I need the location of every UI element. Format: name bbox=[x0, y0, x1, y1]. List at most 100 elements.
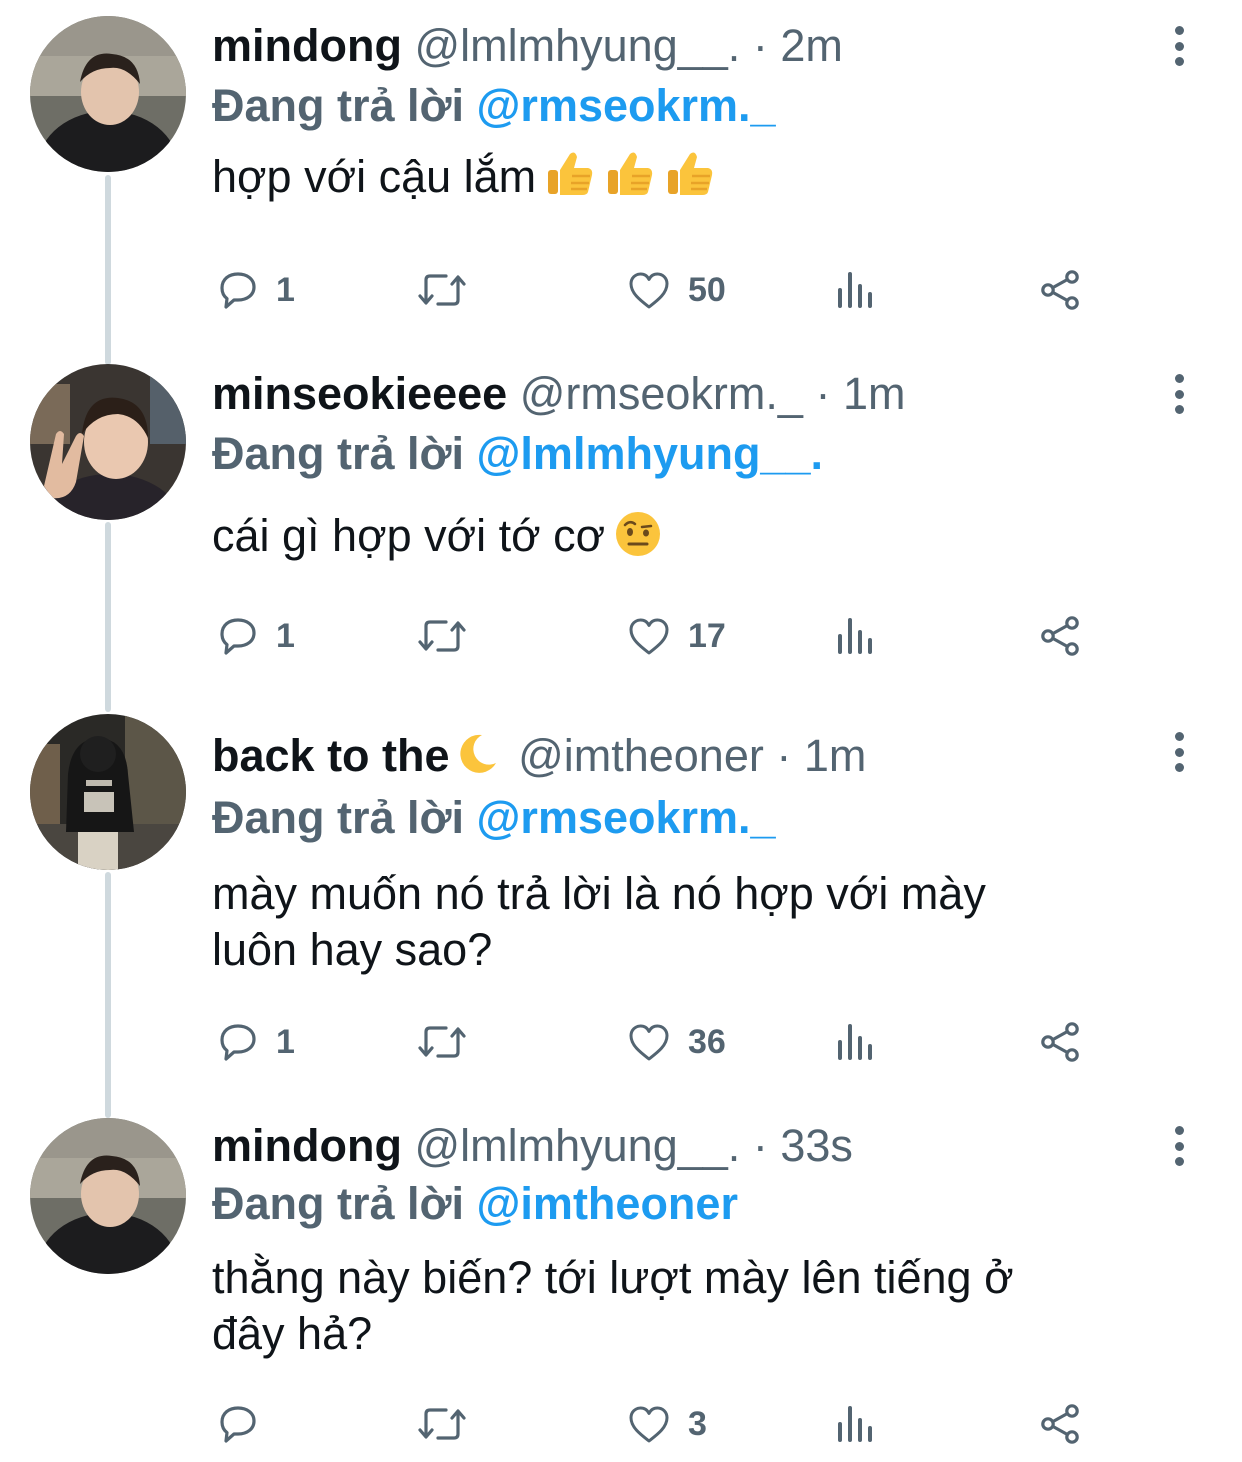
share-button[interactable] bbox=[1036, 606, 1084, 666]
mention-link[interactable]: @rmseokrm._ bbox=[477, 792, 776, 843]
tweet[interactable]: mindong @lmlmhyung__. · 2m Đang trả lời … bbox=[0, 0, 1242, 348]
avatar-image bbox=[30, 714, 186, 870]
replying-to-label: Đang trả lời bbox=[212, 792, 465, 843]
views-button[interactable] bbox=[834, 1394, 878, 1454]
tweet-actions: 3 bbox=[0, 1394, 1242, 1454]
tweet-text-line: mày muốn nó trả lời là nó hợp với mày bbox=[212, 868, 986, 919]
reply-icon bbox=[214, 1018, 262, 1066]
display-name[interactable]: mindong bbox=[212, 1120, 402, 1171]
mention-link[interactable]: @rmseokrm._ bbox=[477, 80, 776, 131]
tweet[interactable]: mindong @lmlmhyung__. · 33s Đang trả lời… bbox=[0, 1102, 1242, 1462]
reply-button[interactable]: 1 bbox=[214, 606, 295, 666]
like-count: 17 bbox=[688, 616, 726, 655]
tweet[interactable]: minseokieeee @rmseokrm._ · 1m Đang trả l… bbox=[0, 348, 1242, 698]
heart-icon bbox=[624, 1400, 674, 1448]
avatar-image bbox=[30, 16, 186, 172]
retweet-icon bbox=[414, 266, 470, 314]
views-button[interactable] bbox=[834, 260, 878, 320]
tweet[interactable]: back to the @imtheoner · 1m Đang trả lời… bbox=[0, 698, 1242, 1102]
share-icon bbox=[1036, 1400, 1084, 1448]
views-button[interactable] bbox=[834, 606, 878, 666]
tweet-actions: 1 36 bbox=[0, 1012, 1242, 1072]
heart-icon bbox=[624, 612, 674, 660]
avatar-image bbox=[30, 1118, 186, 1274]
user-handle[interactable]: @lmlmhyung__. bbox=[414, 1120, 740, 1171]
like-button[interactable]: 50 bbox=[624, 260, 726, 320]
replying-to-label: Đang trả lời bbox=[212, 1178, 465, 1229]
tweet-text-line: luôn hay sao? bbox=[212, 924, 493, 975]
tweet-text: cái gì hợp với tớ cơ bbox=[212, 508, 1172, 572]
thumbs-up-icon bbox=[664, 148, 716, 213]
dot-separator: · bbox=[752, 1120, 768, 1171]
views-button[interactable] bbox=[834, 1012, 878, 1072]
tweet-text-line: thằng này biến? tới lượt mày lên tiếng ở bbox=[212, 1252, 1014, 1303]
face-with-raised-eyebrow-icon bbox=[613, 509, 663, 572]
timestamp[interactable]: 33s bbox=[780, 1120, 853, 1171]
like-button[interactable]: 36 bbox=[624, 1012, 726, 1072]
retweet-button[interactable] bbox=[414, 1394, 484, 1454]
more-icon[interactable] bbox=[1164, 732, 1194, 772]
display-name[interactable]: mindong bbox=[212, 20, 402, 71]
reply-button[interactable] bbox=[214, 1394, 276, 1454]
replying-to: Đang trả lời @lmlmhyung__. bbox=[212, 426, 823, 482]
tweet-text-line: đây hả? bbox=[212, 1308, 373, 1359]
views-icon bbox=[834, 612, 878, 660]
reply-count: 1 bbox=[276, 1022, 295, 1061]
views-icon bbox=[834, 1018, 878, 1066]
like-button[interactable]: 3 bbox=[624, 1394, 707, 1454]
heart-icon bbox=[624, 1018, 674, 1066]
more-icon[interactable] bbox=[1164, 374, 1194, 414]
mention-link[interactable]: @imtheoner bbox=[477, 1178, 738, 1229]
tweet-text: mày muốn nó trả lời là nó hợp với mày lu… bbox=[212, 866, 1172, 978]
reply-thread: mindong @lmlmhyung__. · 2m Đang trả lời … bbox=[0, 0, 1242, 1462]
timestamp[interactable]: 2m bbox=[780, 20, 843, 71]
dot-separator: · bbox=[815, 368, 831, 419]
user-handle[interactable]: @imtheoner bbox=[518, 730, 764, 781]
tweet-text-content: cái gì hợp với tớ cơ bbox=[212, 510, 606, 561]
display-name[interactable]: back to the bbox=[212, 730, 450, 781]
tweet-actions: 1 17 bbox=[0, 606, 1242, 666]
more-icon[interactable] bbox=[1164, 26, 1194, 66]
tweet-header: back to the @imtheoner · 1m bbox=[212, 728, 866, 790]
avatar-image bbox=[30, 364, 186, 520]
like-count: 3 bbox=[688, 1404, 707, 1443]
retweet-button[interactable] bbox=[414, 260, 484, 320]
replying-to: Đang trả lời @imtheoner bbox=[212, 1176, 738, 1232]
retweet-button[interactable] bbox=[414, 1012, 484, 1072]
timestamp[interactable]: 1m bbox=[843, 368, 906, 419]
crescent-moon-icon bbox=[454, 731, 500, 790]
tweet-text: thằng này biến? tới lượt mày lên tiếng ở… bbox=[212, 1250, 1172, 1362]
like-count: 50 bbox=[688, 270, 726, 309]
tweet-header: mindong @lmlmhyung__. · 2m bbox=[212, 18, 843, 74]
views-icon bbox=[834, 266, 878, 314]
reply-icon bbox=[214, 266, 262, 314]
reply-button[interactable]: 1 bbox=[214, 1012, 295, 1072]
reply-icon bbox=[214, 1400, 262, 1448]
reply-icon bbox=[214, 612, 262, 660]
user-handle[interactable]: @rmseokrm._ bbox=[520, 368, 803, 419]
user-handle[interactable]: @lmlmhyung__. bbox=[414, 20, 740, 71]
replying-to: Đang trả lời @rmseokrm._ bbox=[212, 790, 776, 846]
share-button[interactable] bbox=[1036, 1012, 1084, 1072]
avatar[interactable] bbox=[30, 1118, 186, 1274]
views-icon bbox=[834, 1400, 878, 1448]
tweet-actions: 1 50 bbox=[0, 260, 1242, 320]
reply-count: 1 bbox=[276, 270, 295, 309]
share-button[interactable] bbox=[1036, 1394, 1084, 1454]
dot-separator: · bbox=[752, 20, 768, 71]
replying-to-label: Đang trả lời bbox=[212, 428, 465, 479]
reply-button[interactable]: 1 bbox=[214, 260, 295, 320]
more-icon[interactable] bbox=[1164, 1126, 1194, 1166]
share-icon bbox=[1036, 1018, 1084, 1066]
mention-link[interactable]: @lmlmhyung__. bbox=[477, 428, 823, 479]
timestamp[interactable]: 1m bbox=[804, 730, 867, 781]
thumbs-up-icon bbox=[604, 148, 656, 213]
avatar[interactable] bbox=[30, 714, 186, 870]
display-name[interactable]: minseokieeee bbox=[212, 368, 507, 419]
avatar[interactable] bbox=[30, 364, 186, 520]
thumbs-up-icon bbox=[544, 148, 596, 213]
avatar[interactable] bbox=[30, 16, 186, 172]
retweet-button[interactable] bbox=[414, 606, 484, 666]
like-button[interactable]: 17 bbox=[624, 606, 726, 666]
share-button[interactable] bbox=[1036, 260, 1084, 320]
